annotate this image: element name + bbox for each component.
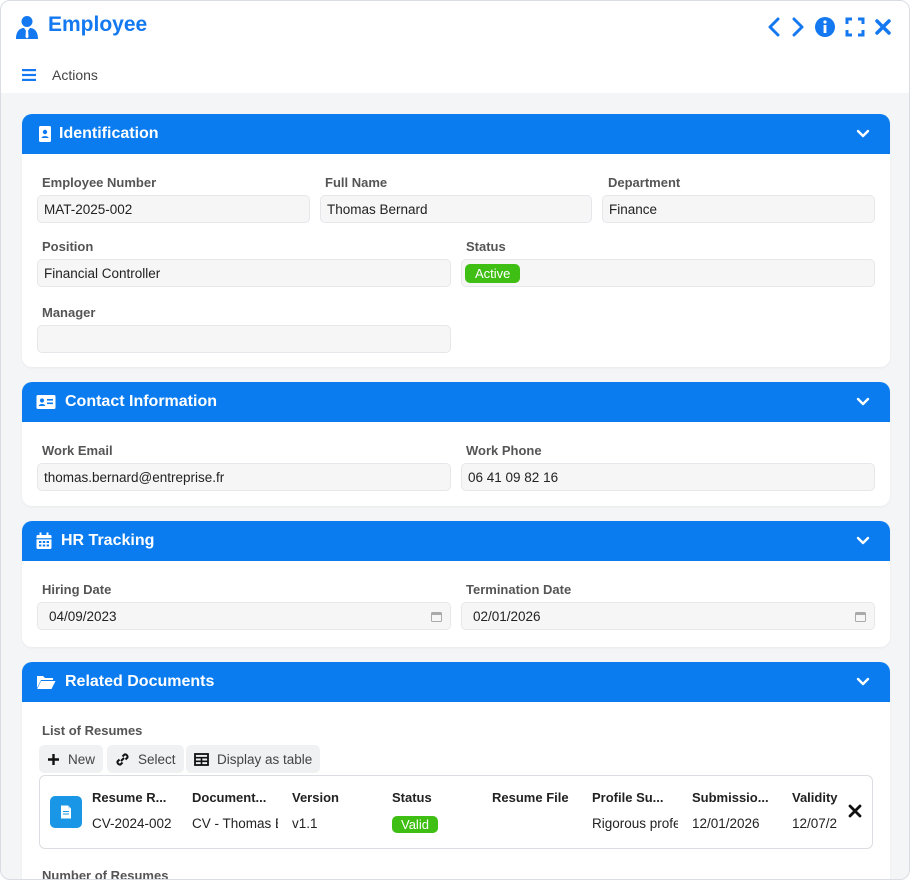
cell-profile-summary: Rigorous profe bbox=[592, 816, 678, 831]
hiring-date-label: Hiring Date bbox=[42, 582, 112, 597]
full-name-field[interactable]: Thomas Bernard bbox=[320, 195, 592, 223]
id-badge-icon bbox=[39, 126, 51, 142]
close-icon bbox=[875, 19, 891, 35]
maximize-button[interactable] bbox=[844, 15, 866, 39]
chevron-right-icon bbox=[792, 17, 804, 37]
work-email-field[interactable]: thomas.bernard@entreprise.fr bbox=[37, 463, 451, 491]
remove-row-icon[interactable] bbox=[848, 804, 862, 818]
department-field[interactable]: Finance bbox=[602, 195, 875, 223]
cell-version: v1.1 bbox=[292, 816, 318, 831]
termination-date-field[interactable]: 02/01/2026 bbox=[461, 602, 875, 630]
hamburger-menu-icon[interactable] bbox=[22, 69, 36, 81]
new-button[interactable]: New bbox=[39, 745, 104, 773]
work-email-label: Work Email bbox=[42, 443, 113, 458]
display-as-table-button[interactable]: Display as table bbox=[186, 745, 321, 773]
position-label: Position bbox=[42, 239, 94, 254]
column-header-status: Status bbox=[392, 790, 432, 805]
column-header-resume-ref: Resume R... bbox=[92, 790, 167, 805]
cell-document: CV - Thomas B bbox=[192, 816, 278, 831]
expand-icon bbox=[845, 17, 865, 37]
termination-date-value: 02/01/2026 bbox=[473, 609, 541, 624]
status-field[interactable]: Active bbox=[461, 259, 875, 287]
calendar-picker-icon[interactable] bbox=[855, 611, 866, 622]
calendar-picker-icon[interactable] bbox=[431, 611, 442, 622]
hiring-date-field[interactable]: 04/09/2023 bbox=[37, 602, 451, 630]
window-title: Employee bbox=[48, 13, 148, 36]
address-card-icon bbox=[36, 395, 56, 409]
employee-number-field[interactable]: MAT-2025-002 bbox=[37, 195, 310, 223]
next-button[interactable] bbox=[787, 15, 809, 39]
info-button[interactable] bbox=[814, 15, 836, 39]
column-header-document: Document... bbox=[192, 790, 267, 805]
related-documents-header[interactable]: Related Documents bbox=[22, 662, 890, 702]
list-of-resumes-label: List of Resumes bbox=[42, 723, 143, 738]
hiring-date-value: 04/09/2023 bbox=[49, 609, 117, 624]
document-file-icon bbox=[50, 796, 82, 828]
chevron-down-icon bbox=[856, 129, 870, 138]
plus-icon bbox=[48, 753, 59, 765]
manager-field[interactable] bbox=[37, 325, 451, 353]
chevron-down-icon bbox=[856, 536, 870, 545]
column-header-version: Version bbox=[292, 790, 339, 805]
column-header-submission: Submissio... bbox=[692, 790, 769, 805]
employee-window: Employee Actions Identification Employee… bbox=[0, 0, 910, 880]
cell-resume-ref: CV-2024-002 bbox=[92, 816, 172, 831]
action-bar: Actions bbox=[1, 53, 909, 93]
select-button-label: Select bbox=[138, 751, 176, 767]
new-button-label: New bbox=[68, 751, 96, 767]
termination-date-label: Termination Date bbox=[466, 582, 572, 597]
previous-button[interactable] bbox=[763, 15, 785, 39]
cell-validity: 12/07/2 bbox=[792, 816, 838, 831]
work-phone-field[interactable]: 06 41 09 82 16 bbox=[461, 463, 875, 491]
title-bar: Employee bbox=[1, 1, 909, 53]
column-header-profile-summary: Profile Su... bbox=[592, 790, 664, 805]
resume-row[interactable]: Resume R... Document... Version Status R… bbox=[39, 775, 873, 849]
work-phone-label: Work Phone bbox=[466, 443, 542, 458]
display-as-table-label: Display as table bbox=[217, 751, 313, 767]
calendar-icon bbox=[36, 532, 52, 549]
folder-open-icon bbox=[37, 676, 56, 689]
manager-label: Manager bbox=[42, 305, 96, 320]
table-icon bbox=[194, 752, 209, 766]
employee-number-label: Employee Number bbox=[42, 175, 157, 190]
column-header-resume-file: Resume File bbox=[492, 790, 569, 805]
department-label: Department bbox=[608, 175, 681, 190]
full-name-label: Full Name bbox=[325, 175, 388, 190]
section-title: Identification bbox=[59, 125, 159, 142]
actions-menu[interactable]: Actions bbox=[52, 67, 98, 83]
close-button[interactable] bbox=[872, 15, 894, 39]
column-header-validity: Validity bbox=[792, 790, 838, 805]
number-of-resumes-label: Number of Resumes bbox=[42, 868, 169, 880]
user-tie-icon bbox=[16, 16, 38, 39]
select-button[interactable]: Select bbox=[107, 745, 184, 773]
identification-header[interactable]: Identification bbox=[22, 114, 890, 154]
link-icon bbox=[116, 752, 129, 766]
cell-submission: 12/01/2026 bbox=[692, 816, 760, 831]
status-label: Status bbox=[466, 239, 506, 254]
section-title: Related Documents bbox=[65, 673, 215, 690]
chevron-left-icon bbox=[768, 17, 780, 37]
status-badge: Active bbox=[465, 264, 521, 283]
info-icon bbox=[815, 17, 835, 37]
position-field[interactable]: Financial Controller bbox=[37, 259, 451, 287]
chevron-down-icon bbox=[856, 677, 870, 686]
cell-status: Valid bbox=[392, 816, 438, 833]
section-title: HR Tracking bbox=[61, 532, 155, 549]
chevron-down-icon bbox=[856, 397, 870, 406]
hr-tracking-header[interactable]: HR Tracking bbox=[22, 521, 890, 561]
contact-header[interactable]: Contact Information bbox=[22, 382, 890, 422]
section-title: Contact Information bbox=[65, 393, 217, 410]
status-badge: Valid bbox=[392, 816, 438, 833]
